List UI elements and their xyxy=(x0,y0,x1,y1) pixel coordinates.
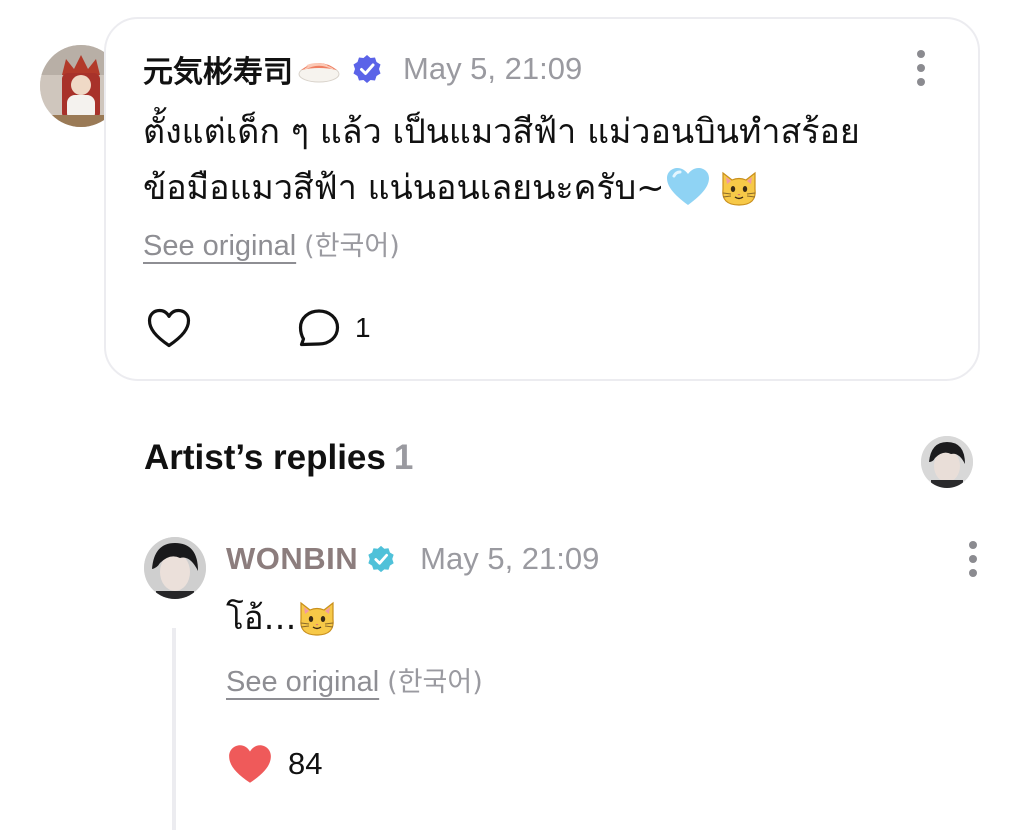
artist-avatar-small[interactable] xyxy=(921,436,973,488)
reply-body: โอ้… xyxy=(226,590,337,654)
comment-author-name[interactable]: 元気彬寿司 xyxy=(143,47,293,91)
cat-face-icon xyxy=(719,168,759,224)
reply-like-count: 84 xyxy=(288,746,323,781)
artist-replies-title: Artist’s replies 1 xyxy=(144,438,413,478)
comment-more-icon[interactable] xyxy=(916,50,926,86)
comment-body-line-2-wrap: ข้อมือแมวสีฟ้า แน่นอนเลยนะครับ~ xyxy=(143,160,933,224)
see-original-link[interactable]: See original xyxy=(226,666,379,698)
cat-face-icon xyxy=(297,598,337,654)
comment-header: 元気彬寿司 May 5, 21:09 xyxy=(143,48,582,90)
reply-more-icon[interactable] xyxy=(968,541,978,577)
original-language-label: (한국어) xyxy=(304,231,400,262)
sushi-icon xyxy=(297,54,341,84)
artist-replies-label: Artist’s replies xyxy=(144,438,386,477)
heart-filled-icon xyxy=(229,745,271,783)
thread-line xyxy=(172,628,176,830)
reply-author-name[interactable]: WONBIN xyxy=(226,541,358,577)
reply-see-original: See original (한국어) xyxy=(226,660,483,699)
reply-body-text: โอ้… xyxy=(226,598,297,637)
comment-see-original: See original (한국어) xyxy=(143,224,400,263)
verified-badge-icon xyxy=(351,53,383,85)
heart-outline-icon xyxy=(147,308,191,348)
comment-thread-page: 元気彬寿司 May 5, 21:09 ตั้งแต่เด็ก ๆ แล้ว เป… xyxy=(0,0,1024,830)
verified-badge-icon xyxy=(366,544,396,574)
comment-date: May 5, 21:09 xyxy=(403,51,583,86)
comment-body: ตั้งแต่เด็ก ๆ แล้ว เป็นแมวสีฟ้า แม่วอนบิ… xyxy=(143,104,933,224)
reply-date: May 5, 21:09 xyxy=(420,541,600,576)
comment-body-line-2: ข้อมือแมวสีฟ้า แน่นอนเลยนะครับ~ xyxy=(143,168,665,208)
artist-avatar[interactable] xyxy=(144,537,206,599)
light-blue-heart-icon xyxy=(665,167,711,224)
artist-replies-count: 1 xyxy=(393,438,414,477)
like-button[interactable] xyxy=(146,307,192,349)
comment-body-line-1: ตั้งแต่เด็ก ๆ แล้ว เป็นแมวสีฟ้า แม่วอนบิ… xyxy=(143,112,860,152)
reply-header: WONBIN May 5, 21:09 xyxy=(226,538,599,580)
comment-count: 1 xyxy=(355,312,371,343)
comment-bubble-icon xyxy=(298,309,340,347)
see-original-link[interactable]: See original xyxy=(143,230,296,262)
original-language-label: (한국어) xyxy=(387,667,483,698)
comment-button[interactable]: 1 xyxy=(297,308,371,348)
reply-like-button[interactable]: 84 xyxy=(226,742,322,786)
